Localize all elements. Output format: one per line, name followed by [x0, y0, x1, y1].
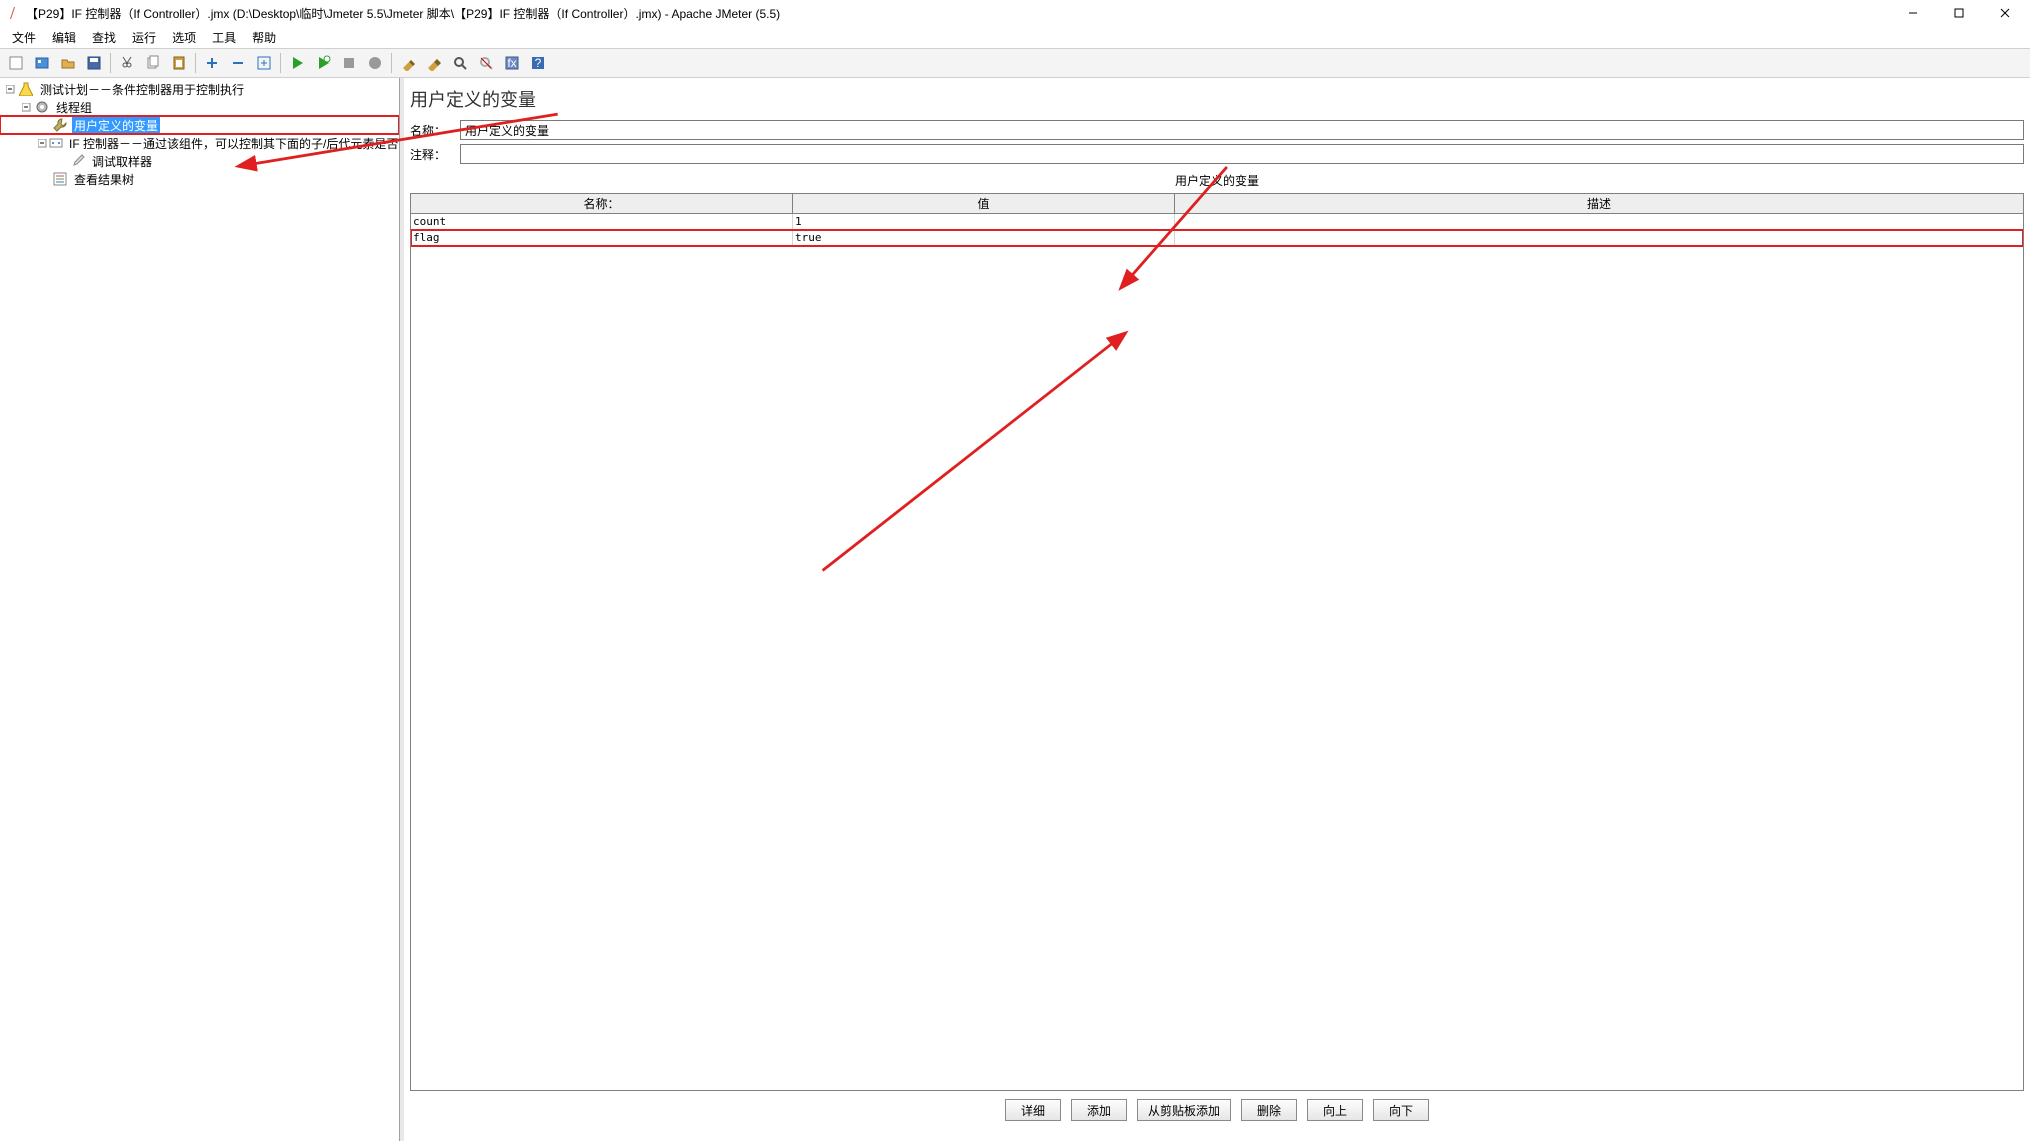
detail-button[interactable]: 详细 [1005, 1099, 1061, 1121]
reset-search-icon[interactable] [474, 51, 498, 75]
start-no-timers-icon[interactable] [311, 51, 335, 75]
function-helper-icon[interactable]: fx [500, 51, 524, 75]
copy-icon[interactable] [141, 51, 165, 75]
shutdown-icon[interactable] [363, 51, 387, 75]
menu-edit[interactable]: 编辑 [44, 27, 84, 48]
menubar: 文件 编辑 查找 运行 选项 工具 帮助 [0, 26, 2030, 48]
comment-row: 注释： [404, 142, 2030, 166]
svg-text:?: ? [535, 56, 542, 70]
tree-pane: 测试计划－－条件控制器用于控制执行 线程组 用户定义的变量 IF 控制器－－通过… [0, 78, 400, 1141]
cell-desc[interactable] [1175, 214, 2023, 229]
test-plan-tree[interactable]: 测试计划－－条件控制器用于控制执行 线程组 用户定义的变量 IF 控制器－－通过… [0, 78, 399, 190]
tree-node-thread-group[interactable]: 线程组 [0, 98, 399, 116]
new-icon[interactable] [4, 51, 28, 75]
twisty-icon[interactable] [4, 83, 16, 95]
table-row[interactable]: flag true [411, 230, 2023, 246]
button-row: 详细 添加 从剪贴板添加 删除 向上 向下 [404, 1091, 2030, 1125]
results-tree-icon [52, 171, 68, 187]
help-icon[interactable]: ? [526, 51, 550, 75]
tree-node-test-plan[interactable]: 测试计划－－条件控制器用于控制执行 [0, 80, 399, 98]
cell-value[interactable]: 1 [793, 214, 1175, 229]
menu-help[interactable]: 帮助 [244, 27, 284, 48]
tree-label: IF 控制器－－通过该组件，可以控制其下面的子/后代元素是否执行 [67, 135, 400, 152]
open-icon[interactable] [56, 51, 80, 75]
toolbar: fx ? [0, 48, 2030, 78]
app-icon [6, 5, 22, 21]
panel-title: 用户定义的变量 [404, 78, 2030, 118]
up-button[interactable]: 向上 [1307, 1099, 1363, 1121]
tree-horizontal-scrollbar[interactable] [0, 1125, 399, 1141]
tree-node-if-controller[interactable]: IF 控制器－－通过该组件，可以控制其下面的子/后代元素是否执行 [0, 134, 399, 152]
controller-icon [49, 135, 63, 151]
clear-all-icon[interactable] [422, 51, 446, 75]
menu-run[interactable]: 运行 [124, 27, 164, 48]
cell-desc[interactable] [1175, 230, 2023, 245]
col-header-desc[interactable]: 描述 [1175, 194, 2023, 213]
paste-icon[interactable] [167, 51, 191, 75]
window-title: 【P29】IF 控制器（If Controller）.jmx (D:\Deskt… [26, 5, 1890, 22]
close-button[interactable] [1982, 0, 2028, 26]
tree-label: 调试取样器 [90, 153, 154, 170]
section-title: 用户定义的变量 [404, 166, 2030, 193]
cut-icon[interactable] [115, 51, 139, 75]
add-button[interactable]: 添加 [1071, 1099, 1127, 1121]
twisty-icon[interactable] [20, 101, 32, 113]
comment-label: 注释： [410, 146, 454, 163]
variables-table: 名称： 值 描述 count 1 flag true [410, 193, 2024, 1091]
templates-icon[interactable] [30, 51, 54, 75]
name-label: 名称： [410, 122, 454, 139]
main-split: 测试计划－－条件控制器用于控制执行 线程组 用户定义的变量 IF 控制器－－通过… [0, 78, 2030, 1141]
comment-input[interactable] [460, 144, 2024, 164]
start-icon[interactable] [285, 51, 309, 75]
twisty-icon[interactable] [38, 137, 47, 149]
editor-horizontal-scrollbar[interactable] [404, 1125, 2030, 1141]
cell-name[interactable]: flag [411, 230, 793, 245]
cell-name[interactable]: count [411, 214, 793, 229]
menu-search[interactable]: 查找 [84, 27, 124, 48]
minimize-button[interactable] [1890, 0, 1936, 26]
titlebar: 【P29】IF 控制器（If Controller）.jmx (D:\Deskt… [0, 0, 2030, 26]
down-button[interactable]: 向下 [1373, 1099, 1429, 1121]
table-row[interactable]: count 1 [411, 214, 2023, 230]
tree-label: 用户定义的变量 [72, 117, 160, 134]
tree-node-debug-sampler[interactable]: 调试取样器 [0, 152, 399, 170]
tree-node-user-vars[interactable]: 用户定义的变量 [0, 116, 399, 134]
tree-label: 线程组 [54, 99, 94, 116]
pipette-icon [70, 153, 86, 169]
menu-options[interactable]: 选项 [164, 27, 204, 48]
search-icon[interactable] [448, 51, 472, 75]
delete-button[interactable]: 删除 [1241, 1099, 1297, 1121]
menu-tools[interactable]: 工具 [204, 27, 244, 48]
svg-text:fx: fx [507, 56, 516, 70]
name-row: 名称： [404, 118, 2030, 142]
menu-file[interactable]: 文件 [4, 27, 44, 48]
col-header-value[interactable]: 值 [793, 194, 1175, 213]
expand-icon[interactable] [200, 51, 224, 75]
col-header-name[interactable]: 名称： [411, 194, 793, 213]
clear-icon[interactable] [396, 51, 420, 75]
tree-node-view-results[interactable]: 查看结果树 [0, 170, 399, 188]
table-body[interactable]: count 1 flag true [411, 214, 2023, 1090]
stop-icon[interactable] [337, 51, 361, 75]
wrench-icon [52, 117, 68, 133]
beaker-icon [18, 81, 34, 97]
maximize-button[interactable] [1936, 0, 1982, 26]
toggle-icon[interactable] [252, 51, 276, 75]
cell-value[interactable]: true [793, 230, 1175, 245]
tree-label: 测试计划－－条件控制器用于控制执行 [38, 81, 246, 98]
gear-icon [34, 99, 50, 115]
save-icon[interactable] [82, 51, 106, 75]
tree-label: 查看结果树 [72, 171, 136, 188]
name-input[interactable] [460, 120, 2024, 140]
table-header: 名称： 值 描述 [411, 194, 2023, 214]
editor-pane: 用户定义的变量 名称： 注释： 用户定义的变量 名称： 值 描述 count 1 [404, 78, 2030, 1141]
add-from-clipboard-button[interactable]: 从剪贴板添加 [1137, 1099, 1231, 1121]
collapse-icon[interactable] [226, 51, 250, 75]
